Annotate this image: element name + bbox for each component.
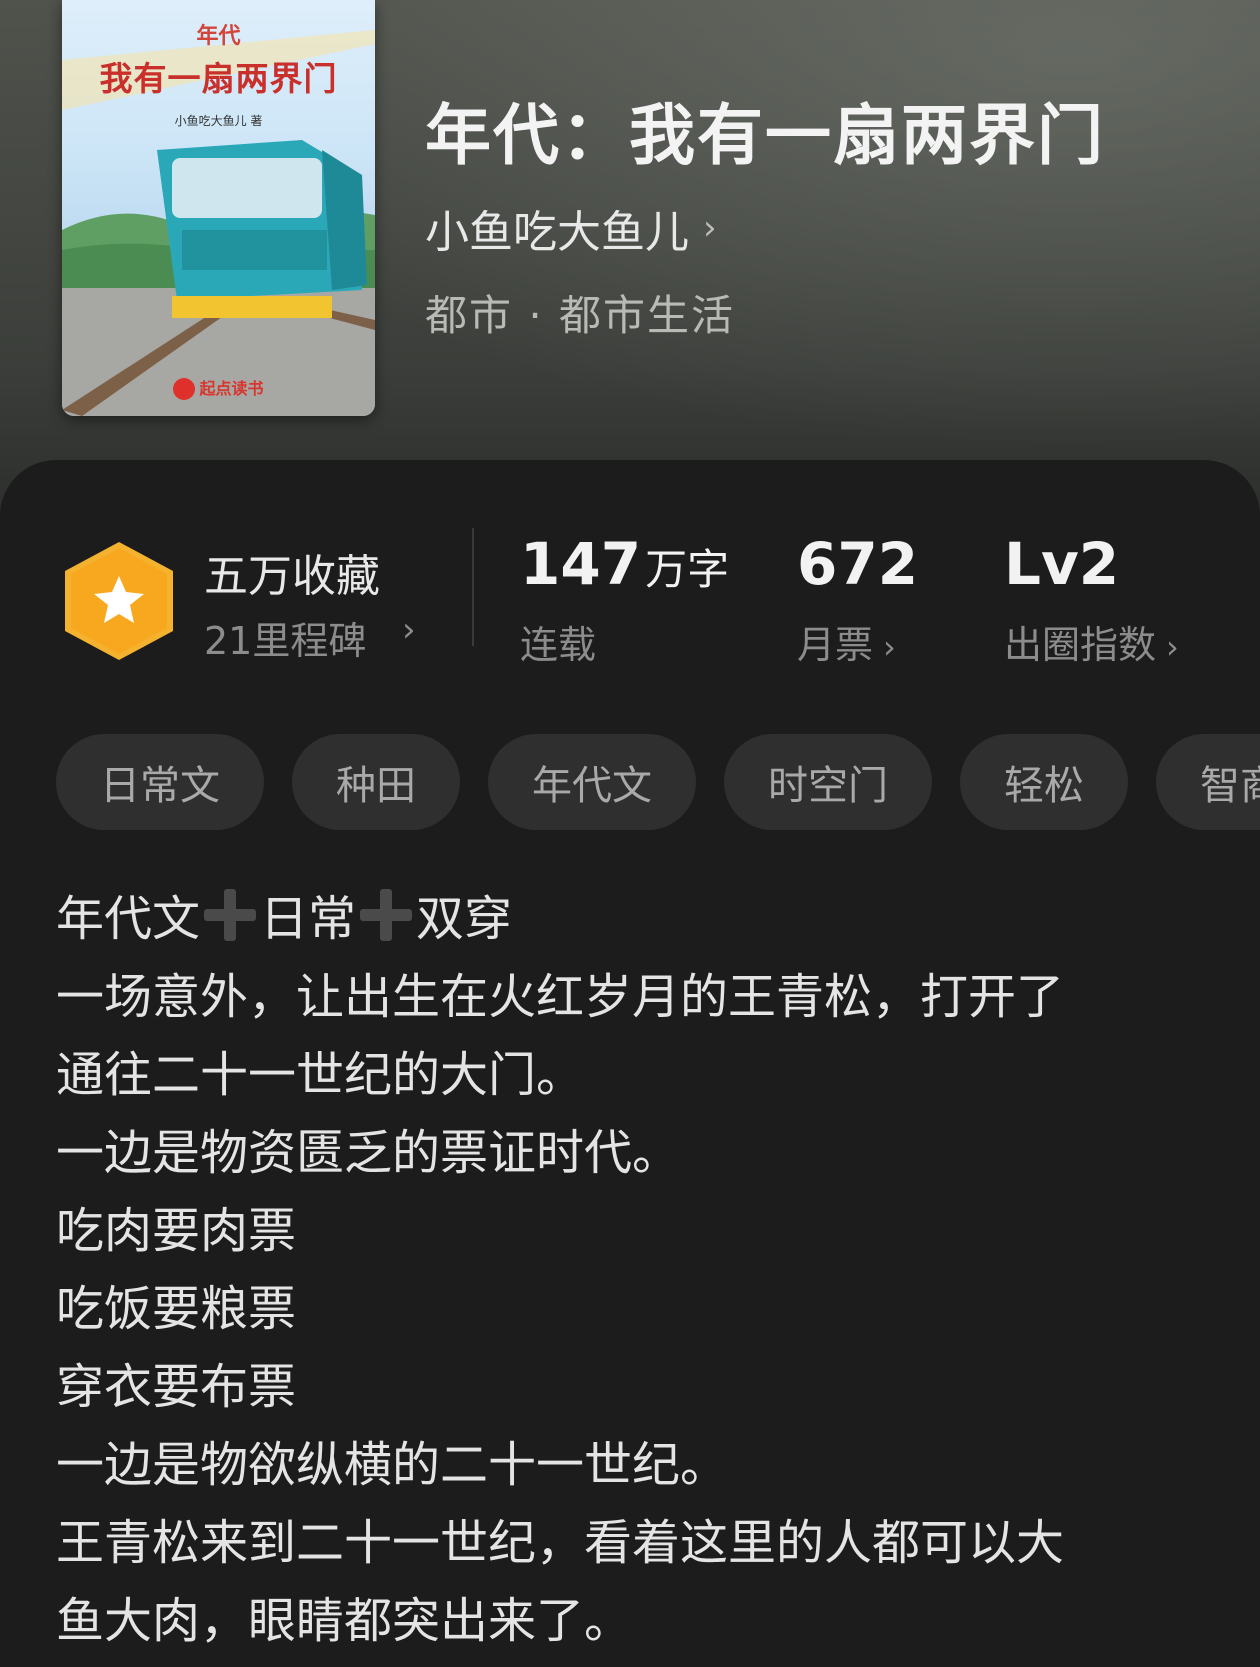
author-name: 小鱼吃大鱼儿 — [425, 207, 689, 258]
tag-item[interactable]: 年代文 — [488, 734, 696, 830]
synopsis-line: 王青松来到二十一世纪，看着这里的人都可以大 — [56, 1515, 1065, 1571]
synopsis-line: 年代文 日常 双穿 — [56, 880, 1216, 958]
synopsis-tag-a: 年代文 — [56, 891, 201, 947]
plus-icon — [360, 889, 413, 941]
influence-link[interactable]: 出圈指数 › — [1004, 614, 1179, 669]
monthly-tickets-link[interactable]: 月票 › — [797, 614, 896, 669]
chevron-right-icon: › — [883, 628, 896, 666]
book-category[interactable]: 都市 · 都市生活 — [425, 282, 735, 343]
plus-icon — [204, 889, 257, 941]
synopsis-line: 一边是物欲纵横的二十一世纪。 — [56, 1437, 729, 1493]
monthly-tickets-label: 月票 — [797, 623, 874, 667]
cover-genre: 年代 — [196, 23, 241, 49]
milestone-link[interactable]: 21里程碑 — [204, 610, 366, 665]
synopsis-line: 通往二十一世纪的大门。 — [56, 1047, 585, 1103]
book-title: 年代：我有一扇两界门 — [425, 96, 1105, 174]
star-badge-icon — [65, 542, 173, 660]
serial-status: 连载 — [520, 623, 597, 667]
synopsis-tag-b: 日常 — [260, 891, 357, 947]
tag-item[interactable]: 轻松 — [960, 734, 1128, 830]
tag-list: 日常文 种田 年代文 时空门 轻松 智商 — [56, 734, 1260, 830]
tag-item[interactable]: 智商 — [1156, 734, 1260, 830]
cover-brand-label: 起点读书 — [199, 378, 264, 398]
author-link[interactable]: 小鱼吃大鱼儿 › — [425, 196, 717, 260]
favorites-title[interactable]: 五万收藏 — [204, 540, 380, 604]
synopsis-line: 鱼大肉，眼睛都突出来了。 — [56, 1593, 633, 1649]
book-cover[interactable]: 年代 我有一扇两界门 小鱼吃大鱼儿 著 起点读书 — [62, 0, 375, 416]
influence-label: 出圈指数 — [1004, 623, 1157, 667]
qidian-logo-icon — [173, 378, 196, 400]
chevron-right-icon: › — [402, 610, 416, 650]
chevron-right-icon: › — [1166, 628, 1179, 666]
influence-value: Lv2 — [1004, 530, 1120, 598]
tag-item[interactable]: 时空门 — [724, 734, 932, 830]
word-count: 147万字 — [520, 530, 729, 598]
tag-item[interactable]: 种田 — [292, 734, 460, 830]
synopsis-line: 吃饭要粮票 — [56, 1281, 297, 1337]
cover-author: 小鱼吃大鱼儿 著 — [174, 114, 263, 128]
word-count-value: 147 — [520, 530, 642, 598]
synopsis-line: 吃肉要肉票 — [56, 1203, 297, 1259]
synopsis-line: 一边是物资匮乏的票证时代。 — [56, 1125, 681, 1181]
synopsis[interactable]: 年代文 日常 双穿 一场意外，让出生在火红岁月的王青松，打开了 通往二十一世纪的大门… — [56, 880, 1216, 1660]
synopsis-tag-c: 双穿 — [416, 891, 513, 947]
synopsis-line: 穿衣要布票 — [56, 1359, 297, 1415]
monthly-tickets-value: 672 — [797, 530, 919, 598]
tag-item[interactable]: 日常文 — [56, 734, 264, 830]
stats-divider — [472, 528, 474, 646]
synopsis-line: 一场意外，让出生在火红岁月的王青松，打开了 — [56, 969, 1065, 1025]
cover-brand: 起点读书 — [62, 375, 375, 400]
cover-title: 我有一扇两界门 — [99, 59, 338, 98]
word-count-unit: 万字 — [645, 545, 730, 594]
chevron-right-icon: › — [703, 208, 717, 248]
